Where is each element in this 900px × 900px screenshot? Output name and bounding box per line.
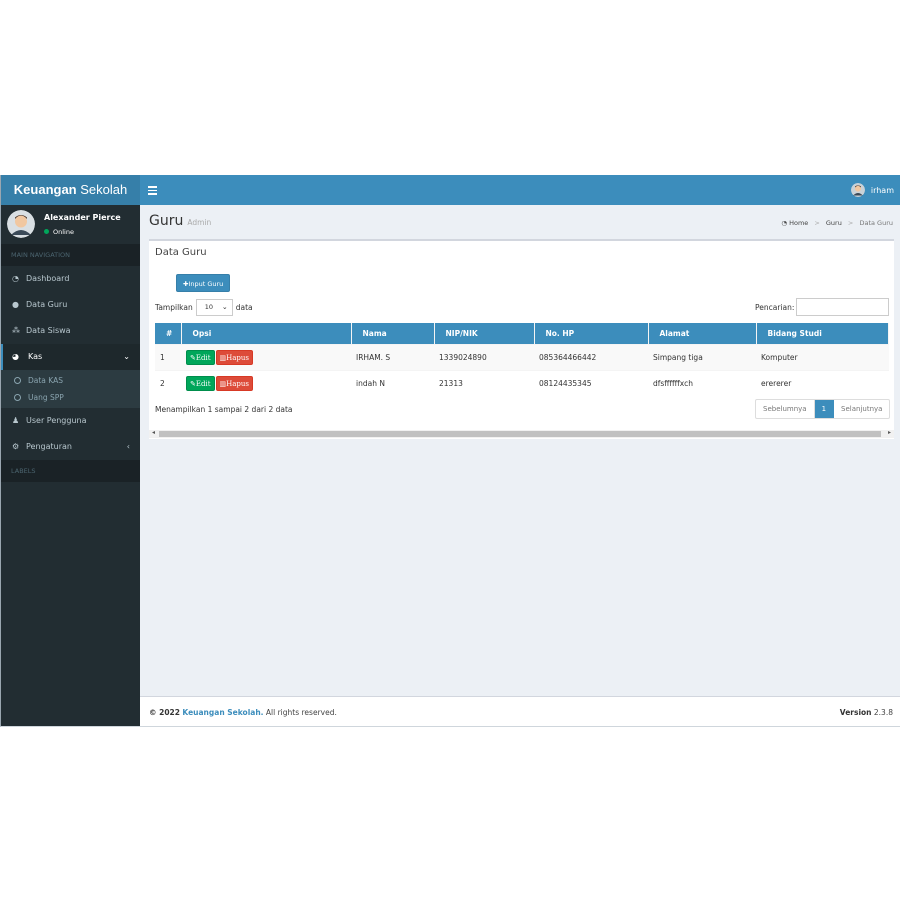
col-opsi[interactable]: Opsi bbox=[181, 323, 352, 344]
footer-copyright: © 2022 Keuangan Sekolah. All rights rese… bbox=[149, 708, 337, 717]
horizontal-scrollbar[interactable]: ◂ ▸ bbox=[149, 429, 894, 438]
col-nama[interactable]: Nama bbox=[351, 323, 435, 344]
user-status: Online bbox=[44, 228, 74, 236]
scroll-right-icon[interactable]: ▸ bbox=[888, 429, 891, 436]
footer-version: Version 2.3.8 bbox=[839, 708, 893, 717]
gears-icon: ⚙ bbox=[12, 442, 20, 451]
app-frame: Keuangan Sekolah irham Alexander Pierce … bbox=[0, 175, 900, 727]
circle-icon bbox=[14, 377, 21, 384]
col-hp[interactable]: No. HP bbox=[534, 323, 649, 344]
sidebar-item-pengaturan[interactable]: ⚙ Pengaturan ‹ bbox=[1, 434, 140, 460]
nav-username: irham bbox=[870, 185, 894, 195]
app-logo[interactable]: Keuangan Sekolah bbox=[1, 175, 140, 205]
breadcrumb-home[interactable]: Home bbox=[789, 219, 808, 227]
col-number[interactable]: # bbox=[155, 323, 182, 344]
home-icon: ◔ bbox=[781, 219, 787, 227]
page-title: Guru Admin bbox=[149, 213, 212, 229]
col-nip[interactable]: NIP/NIK bbox=[434, 323, 535, 344]
guru-table: # Opsi Nama NIP/NIK No. HP Alamat Bidang… bbox=[155, 323, 889, 396]
box-title: Data Guru bbox=[155, 247, 207, 258]
labels-header: LABELS bbox=[1, 460, 140, 482]
hapus-button[interactable]: ▥Hapus bbox=[215, 349, 254, 365]
user-panel: Alexander Pierce Online bbox=[1, 205, 140, 244]
top-navbar: irham bbox=[140, 175, 900, 205]
table-header-row: # Opsi Nama NIP/NIK No. HP Alamat Bidang… bbox=[155, 323, 889, 344]
data-guru-box: Data Guru ✚Input Guru Tampilkan 10 ⌄ data… bbox=[149, 239, 894, 439]
page-1-button[interactable]: 1 bbox=[814, 400, 835, 418]
nav-header: MAIN NAVIGATION bbox=[1, 244, 140, 266]
table-row: 2 ✎Edit ▥Hapus indah N 21313 08124435345 … bbox=[155, 369, 889, 396]
col-alamat[interactable]: Alamat bbox=[648, 323, 757, 344]
hapus-button[interactable]: ▥Hapus bbox=[215, 375, 254, 391]
sidebar-subitem-uang-spp[interactable]: Uang SPP bbox=[1, 389, 140, 406]
col-bidang-studi[interactable]: Bidang Studi bbox=[756, 323, 889, 344]
search-input[interactable] bbox=[796, 298, 889, 316]
table-row: 1 ✎Edit ▥Hapus IRHAM. S 1339024890 085364… bbox=[155, 343, 889, 370]
input-guru-button[interactable]: ✚Input Guru bbox=[176, 274, 231, 292]
sidebar-subitem-data-kas[interactable]: Data KAS bbox=[1, 372, 140, 389]
user-menu[interactable]: irham bbox=[850, 183, 894, 197]
circle-icon bbox=[14, 394, 21, 401]
avatar bbox=[850, 183, 865, 197]
breadcrumb: ◔ Home > Guru > Data Guru bbox=[781, 219, 893, 227]
sidebar-item-data-siswa[interactable]: ⁂ Data Siswa bbox=[1, 318, 140, 344]
sitemap-icon: ⁂ bbox=[12, 326, 20, 335]
scrollbar-thumb[interactable] bbox=[159, 431, 881, 437]
edit-button[interactable]: ✎Edit bbox=[186, 349, 215, 365]
users-icon: ● bbox=[12, 300, 19, 309]
table-info: Menampilkan 1 sampai 2 dari 2 data bbox=[155, 405, 293, 414]
sidebar-item-kas[interactable]: ◕ Kas ⌄ bbox=[1, 344, 140, 370]
scroll-left-icon[interactable]: ◂ bbox=[152, 429, 155, 436]
kas-submenu: Data KAS Uang SPP bbox=[1, 370, 140, 408]
avatar bbox=[7, 210, 35, 238]
sidebar-toggle-icon[interactable] bbox=[148, 184, 157, 196]
footer-brand-link[interactable]: Keuangan Sekolah. bbox=[182, 708, 263, 717]
online-dot-icon bbox=[44, 229, 49, 234]
prev-page-button[interactable]: Sebelumnya bbox=[756, 400, 815, 418]
pagination: Sebelumnya 1 Selanjutnya bbox=[755, 399, 891, 419]
chevron-down-icon: ⌄ bbox=[221, 303, 228, 311]
sidebar-item-data-guru[interactable]: ● Data Guru bbox=[1, 292, 140, 318]
breadcrumb-current: Data Guru bbox=[859, 219, 893, 227]
dashboard-icon: ◔ bbox=[12, 274, 19, 283]
sidebar-item-dashboard[interactable]: ◔ Dashboard bbox=[1, 266, 140, 292]
user-icon: ♟ bbox=[12, 416, 20, 425]
page-length-control: Tampilkan 10 ⌄ data bbox=[155, 299, 253, 316]
page-subtitle: Admin bbox=[187, 218, 212, 227]
chevron-down-icon: ⌄ bbox=[123, 352, 130, 361]
sidebar: Alexander Pierce Online MAIN NAVIGATION … bbox=[1, 205, 140, 726]
breadcrumb-guru[interactable]: Guru bbox=[826, 219, 842, 227]
page-length-select[interactable]: 10 ⌄ bbox=[195, 299, 233, 316]
pie-chart-icon: ◕ bbox=[12, 352, 19, 361]
search-label: Pencarian: bbox=[755, 303, 795, 312]
sidebar-username: Alexander Pierce bbox=[44, 213, 121, 222]
content-wrapper: Guru Admin ◔ Home > Guru > Data Guru Data… bbox=[140, 205, 900, 696]
next-page-button[interactable]: Selanjutnya bbox=[834, 400, 889, 418]
sidebar-item-user-pengguna[interactable]: ♟ User Pengguna bbox=[1, 408, 140, 434]
chevron-left-icon: ‹ bbox=[126, 442, 130, 451]
footer: © 2022 Keuangan Sekolah. All rights rese… bbox=[140, 696, 900, 726]
edit-button[interactable]: ✎Edit bbox=[186, 375, 215, 391]
